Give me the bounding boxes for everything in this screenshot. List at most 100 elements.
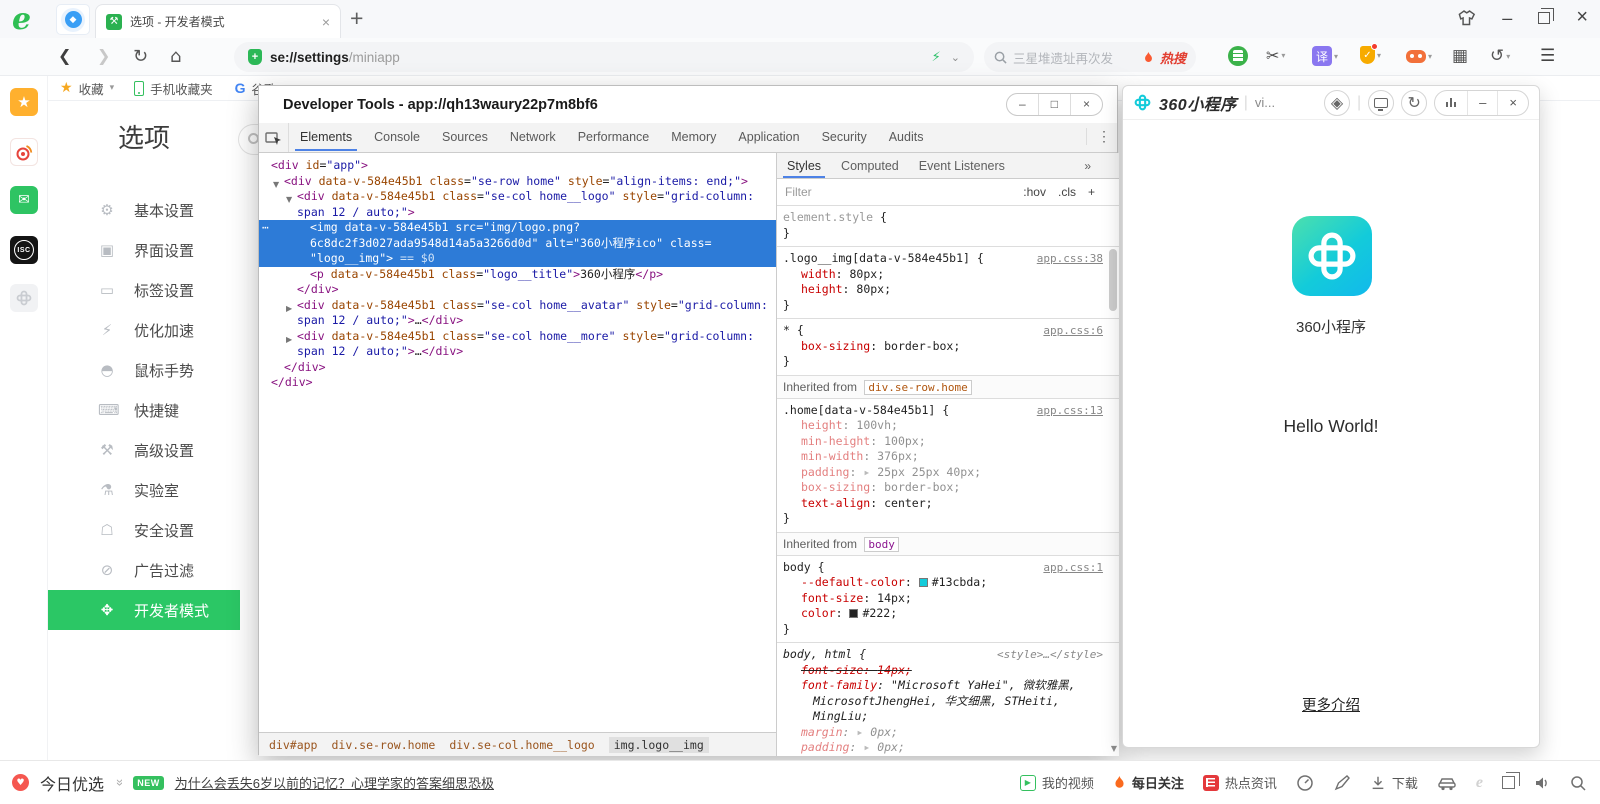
devtools-tab-application[interactable]: Application <box>727 124 810 151</box>
elements-tree-node[interactable]: ⋯<img data-v-584e45b1 src="img/logo.png? <box>259 220 776 236</box>
rule-selector[interactable]: * <box>783 323 790 337</box>
elements-tree-node[interactable]: </div> <box>259 375 776 391</box>
security-shield-icon[interactable]: ✓▾ <box>1360 46 1381 64</box>
miniapp-refresh-button[interactable]: ↻ <box>1401 90 1427 116</box>
elements-tree-node[interactable]: </div> <box>259 282 776 298</box>
css-property[interactable]: font-family: "Microsoft YaHei", 微软雅黑, Mi… <box>783 678 1113 725</box>
address-bar[interactable]: + se://settings/miniapp ⚡ ⌄ <box>234 42 974 72</box>
sidebar-item-mouse[interactable]: ◓鼠标手势 <box>48 350 240 390</box>
miniapp-locate-button[interactable]: ◈ <box>1324 90 1350 116</box>
favorites-label[interactable]: 收藏 <box>79 79 104 98</box>
css-property[interactable]: padding: ▸ 25px 25px 40px; <box>783 465 1113 481</box>
speaker-icon[interactable] <box>1534 775 1551 791</box>
caret-down-icon[interactable]: ▾ <box>1334 52 1338 61</box>
css-property[interactable]: box-sizing: border-box; <box>783 339 1113 355</box>
elements-tree-node[interactable]: ▶<div data-v-584e45b1 class="se-col home… <box>259 298 776 314</box>
elements-tree-node[interactable]: 6c8dc2f3d027ada9548d14a5a3266d0d" alt="3… <box>259 236 776 252</box>
sidebar-tab-computed[interactable]: Computed <box>831 154 909 178</box>
speed-bolt-icon[interactable]: ⚡ <box>932 50 941 65</box>
devtools-tab-performance[interactable]: Performance <box>567 124 661 151</box>
breadcrumb-item[interactable]: div.se-row.home <box>331 738 435 752</box>
google-bookmark-icon[interactable]: G <box>235 80 246 96</box>
sidebar-item-interface[interactable]: ▣界面设置 <box>48 230 240 270</box>
devtools-titlebar[interactable]: Developer Tools - app://qh13waury22p7m8b… <box>259 86 1117 123</box>
favorites-caret-icon[interactable]: ▾ <box>110 83 115 93</box>
sidebar-item-tabs[interactable]: ▭标签设置 <box>48 270 240 310</box>
stylesheet-link[interactable]: app.css:6 <box>1043 323 1103 339</box>
inherited-node-link[interactable]: body <box>864 537 899 552</box>
sidebar-item-basic[interactable]: ⚙基本设置 <box>48 190 240 230</box>
css-property[interactable]: --default-color: #13cbda; <box>783 575 1113 591</box>
weibo-app-icon[interactable] <box>10 138 38 166</box>
new-tab-button[interactable]: + <box>350 5 363 32</box>
devtools-tab-sources[interactable]: Sources <box>431 124 499 151</box>
phone-bookmarks-icon[interactable] <box>134 81 144 96</box>
miniapp-minimize-button[interactable]: – <box>1467 91 1497 115</box>
css-rule[interactable]: app.css:1body {--default-color: #13cbda;… <box>777 555 1119 643</box>
devtools-minimize-icon[interactable]: – <box>1007 94 1038 115</box>
stylesheet-link[interactable]: <style>…</style> <box>997 647 1103 663</box>
elements-tree-node[interactable]: <p data-v-584e45b1 class="logo__title">3… <box>259 267 776 283</box>
css-property[interactable]: text-align: center; <box>783 496 1113 512</box>
css-rule[interactable]: app.css:38.logo__img[data-v-584e45b1] {w… <box>777 246 1119 318</box>
inspect-element-icon[interactable] <box>259 123 289 152</box>
stylesheet-link[interactable]: app.css:1 <box>1043 560 1103 576</box>
sidebar-tab-event-listeners[interactable]: Event Listeners <box>909 154 1015 178</box>
download-button[interactable]: 下载 <box>1370 773 1418 792</box>
miniapp-close-button[interactable]: × <box>1497 91 1528 115</box>
isc-app-icon[interactable]: ISC <box>10 236 38 264</box>
rule-selector[interactable]: body <box>783 560 811 574</box>
nav-compass-button[interactable]: ◆ <box>56 4 90 35</box>
phone-bookmarks-label[interactable]: 手机收藏夹 <box>150 79 213 98</box>
screenshot-scissors-icon[interactable]: ✂▾ <box>1266 46 1285 65</box>
rule-selector[interactable]: body, html <box>783 647 852 661</box>
elements-tree-node[interactable]: </div> <box>259 360 776 376</box>
back-icon[interactable]: ❮ <box>58 46 71 65</box>
devtools-more-menu-icon[interactable]: ⋮ <box>1086 128 1111 145</box>
sidebar-tab-styles[interactable]: Styles <box>777 154 831 178</box>
reader-mode-icon[interactable] <box>1228 46 1248 66</box>
daily-pick-label[interactable]: 今日优选 <box>40 771 104 795</box>
devtools-close-icon[interactable]: × <box>1070 94 1102 115</box>
translate-icon[interactable]: 译▾ <box>1312 46 1338 66</box>
sidebar-item-adblock[interactable]: ⊘广告过滤 <box>48 550 240 590</box>
split-window-icon[interactable] <box>1502 776 1515 789</box>
speed-test-icon[interactable] <box>1296 774 1314 792</box>
caret-down-icon[interactable]: ▾ <box>1377 51 1381 60</box>
css-rule[interactable]: app.css:6* {box-sizing: border-box;} <box>777 318 1119 375</box>
refresh-icon[interactable]: ↻ <box>133 46 148 67</box>
sidebar-item-advanced[interactable]: ⚒高级设置 <box>48 430 240 470</box>
apps-grid-icon[interactable]: ▦ <box>1452 46 1468 66</box>
toggle-class-button[interactable]: .cls <box>1058 185 1076 199</box>
headline-link[interactable]: 为什么会丢失6岁以前的记忆？心理学家的答案细思恐极 <box>175 773 494 792</box>
expand-shorthand-icon[interactable]: ▸ <box>863 465 877 479</box>
css-rule[interactable]: element.style {} <box>777 206 1119 246</box>
hot-search-label[interactable]: 热搜 <box>1160 48 1186 67</box>
skin-shirt-icon[interactable] <box>1452 9 1476 27</box>
undo-closed-tab-icon[interactable]: ↺▾ <box>1490 46 1510 66</box>
miniapp-more-link[interactable]: 更多介绍 <box>1123 694 1539 715</box>
rocket-icon[interactable] <box>1333 774 1351 792</box>
devtools-tab-network[interactable]: Network <box>499 124 567 151</box>
sidebar-item-security[interactable]: ☖安全设置 <box>48 510 240 550</box>
css-property[interactable]: height: 80px; <box>783 282 1113 298</box>
devtools-tab-memory[interactable]: Memory <box>660 124 727 151</box>
css-property[interactable]: color: #222; <box>783 606 1113 622</box>
miniapp-devtools-button[interactable] <box>1368 90 1394 116</box>
browser-logo[interactable]: e <box>12 2 31 37</box>
toggle-hover-state-button[interactable]: :hov <box>1023 185 1046 199</box>
css-property[interactable]: margin: ▸ 0px; <box>783 725 1113 741</box>
sidebar-item-lab[interactable]: ⚗实验室 <box>48 470 240 510</box>
hot-news-button[interactable]: 热点资讯 <box>1203 773 1277 792</box>
main-menu-icon[interactable]: ☰ <box>1540 46 1555 66</box>
games-icon[interactable]: ▾ <box>1406 50 1432 63</box>
sidebar-item-speed[interactable]: ⚡优化加速 <box>48 310 240 350</box>
minimize-icon[interactable]: – <box>1502 13 1512 23</box>
css-rule[interactable]: <style>…</style>body, html {font-size: 1… <box>777 642 1119 756</box>
miniapp-app-icon[interactable] <box>10 284 38 312</box>
collapse-chevrons-icon[interactable]: « <box>111 779 126 786</box>
restore-icon[interactable] <box>1538 12 1550 24</box>
close-icon[interactable]: × <box>1576 6 1588 29</box>
caret-down-icon[interactable]: ▾ <box>1506 52 1510 61</box>
stylesheet-link[interactable]: app.css:13 <box>1037 403 1103 419</box>
